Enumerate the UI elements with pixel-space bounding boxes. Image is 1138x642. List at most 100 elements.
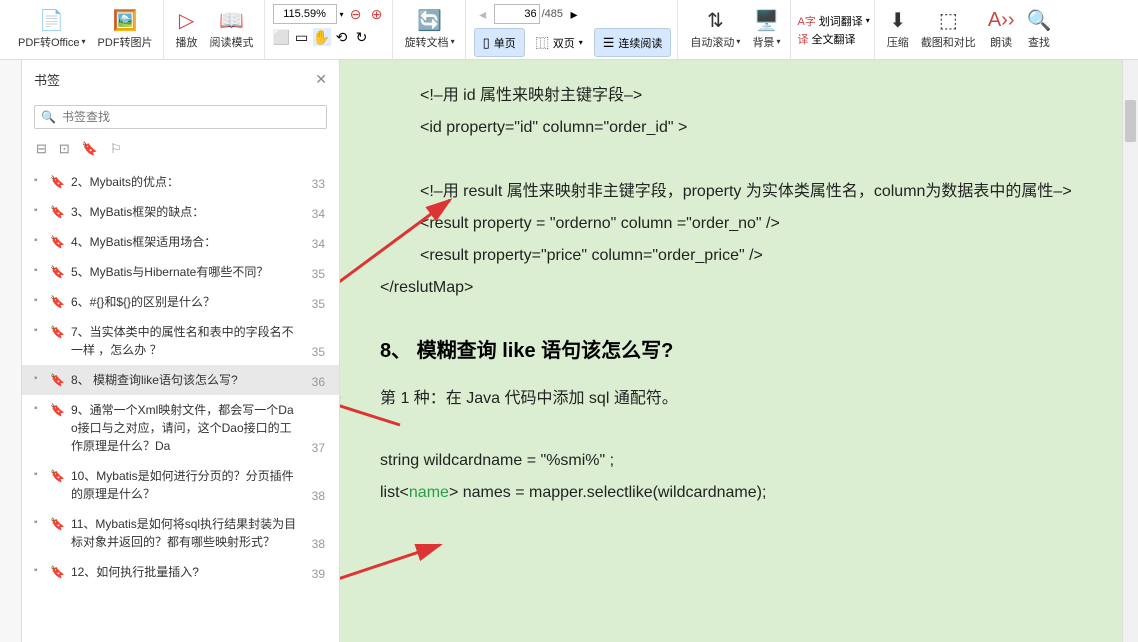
bookmark-flag-icon[interactable]: ⚐ [110, 141, 122, 157]
expand-icon[interactable]: ▪ [34, 295, 38, 306]
code-line [380, 144, 1098, 176]
read-aloud-button[interactable]: A›› 朗读 [982, 6, 1021, 54]
bookmark-item[interactable]: ▪🔖6、#{}和${}的区别是什么？35 [22, 287, 339, 317]
find-button[interactable]: 🔍 查找 [1020, 6, 1057, 54]
bookmark-icon: 🔖 [50, 469, 65, 483]
bookmark-icon: 🔖 [50, 373, 65, 387]
page-number-input[interactable] [494, 4, 540, 24]
bookmark-text: 12、如何执行批量插入? [71, 563, 306, 581]
crop-icon: ⬚ [939, 10, 958, 32]
bookmark-item[interactable]: ▪🔖4、MyBatis框架适用场合：34 [22, 227, 339, 257]
single-page-button[interactable]: ▯单页 [474, 28, 525, 57]
pdf-to-image-button[interactable]: 🖼️ PDF转图片 [92, 6, 159, 54]
continuous-read-button[interactable]: ☰连续阅读 [594, 28, 672, 57]
bookmark-page: 34 [312, 237, 325, 251]
document-viewport[interactable]: <!–用 id 属性来映射主键字段–> <id property="id" co… [340, 60, 1138, 642]
zoom-out-icon[interactable]: ⊖ [347, 5, 365, 23]
code-comment: <!–用 result 属性来映射非主键字段，property 为实体类属性名，… [420, 176, 1098, 208]
bookmark-item[interactable]: ▪ 🔖 11、Mybatis是如何将sql执行结果封装为目标对象并返回的？都有哪些映… [22, 509, 339, 557]
zoom-in-icon[interactable]: ⊕ [368, 5, 386, 23]
bookmark-item[interactable]: ▪🔖8、 模糊查询like语句该怎么写?36 [22, 365, 339, 395]
bookmark-item[interactable]: ▪🔖5、MyBatis与Hibernate有哪些不同？35 [22, 257, 339, 287]
select-tool-icon[interactable]: ⟲ [333, 28, 351, 46]
expand-icon[interactable]: ▪ [34, 373, 38, 384]
fit-width-icon[interactable]: ⬜ [273, 28, 291, 46]
sidebar-close-button[interactable]: ✕ [315, 71, 327, 88]
bookmark-item[interactable]: ▪🔖2、Mybaits的优点：33 [22, 167, 339, 197]
read-mode-button[interactable]: 📖 阅读模式 [204, 6, 260, 54]
bookmark-icon: 🔖 [50, 517, 65, 531]
bookmark-icon: 🔖 [50, 175, 65, 189]
bookmark-item[interactable]: ▪🔖10、Mybatis是如何进行分页的？分页插件的原理是什么？38 [22, 461, 339, 509]
refresh-icon[interactable]: ↻ [353, 28, 371, 46]
main-area: 书签 ✕ 🔍 ⊟ ⊡ 🔖 ⚐ ▪🔖2、Mybaits的优点：33▪🔖3、MyBa… [0, 60, 1138, 642]
bookmark-add-icon[interactable]: 🔖 [82, 141, 98, 157]
expand-all-icon[interactable]: ⊡ [59, 141, 70, 157]
pdf-office-icon: 📄 [39, 10, 64, 32]
bookmark-item[interactable]: ▪🔖7、当实体类中的属性名和表中的字段名不一样 ，怎么办 ？35 [22, 317, 339, 365]
vertical-scrollbar[interactable] [1122, 60, 1138, 642]
bookmark-item[interactable]: ▪🔖9、通常一个Xml映射文件，都会写一个Dao接口与之对应，请问，这个Dao接… [22, 395, 339, 461]
hand-tool-icon[interactable]: ✋ [313, 28, 331, 46]
left-rail [0, 60, 22, 642]
compress-button[interactable]: ⬇ 压缩 [881, 6, 915, 54]
bookmark-page: 37 [312, 441, 325, 455]
expand-icon[interactable]: ▪ [34, 469, 38, 480]
continuous-icon: ☰ [603, 35, 615, 51]
page-total-label: /485 [542, 8, 563, 20]
double-page-button[interactable]: ⿲双页▾ [527, 28, 592, 57]
collapse-all-icon[interactable]: ⊟ [36, 141, 47, 157]
bookmark-item[interactable]: ▪🔖3、MyBatis框架的缺点：34 [22, 197, 339, 227]
sidebar-title: 书签 [34, 70, 60, 89]
bookmark-page: 35 [312, 267, 325, 281]
full-translate-button[interactable]: 译 全文翻译 [797, 31, 869, 47]
page-prev-icon[interactable]: ◂ [474, 5, 492, 23]
bookmark-list[interactable]: ▪🔖2、Mybaits的优点：33▪🔖3、MyBatis框架的缺点：34▪🔖4、… [22, 163, 339, 642]
zoom-input[interactable] [273, 4, 337, 24]
bookmark-icon: 🔖 [50, 205, 65, 219]
rotate-button[interactable]: 🔄 旋转文档▾ [399, 6, 461, 54]
expand-icon[interactable]: ▪ [34, 403, 38, 414]
bookmark-icon: 🔖 [50, 235, 65, 249]
word-translate-icon: A字 [797, 13, 815, 29]
toolbar: 📄 PDF转Office▾ 🖼️ PDF转图片 ▷ 播放 📖 阅读模式 ▾ ⊖ … [0, 0, 1138, 60]
scrollbar-thumb[interactable] [1125, 100, 1136, 142]
bookmark-page: 33 [312, 177, 325, 191]
expand-icon[interactable]: ▪ [34, 175, 38, 186]
bookmark-search-input[interactable] [62, 110, 320, 124]
page-next-icon[interactable]: ▸ [565, 5, 583, 23]
single-page-icon: ▯ [483, 35, 490, 51]
bookmark-icon: 🔖 [50, 565, 65, 579]
word-translate-button[interactable]: A字 划词翻译▾ [797, 13, 869, 29]
expand-icon[interactable]: ▪ [34, 517, 38, 528]
paragraph: 第 1 种：在 Java 代码中添加 sql 通配符。 [380, 383, 1098, 415]
bookmark-page: 34 [312, 207, 325, 221]
annotation-arrow [340, 505, 460, 588]
bookmark-icon: 🔖 [50, 295, 65, 309]
expand-icon[interactable]: ▪ [34, 325, 38, 336]
code-line: <!–用 id 属性来映射主键字段–> [420, 80, 1098, 112]
play-button[interactable]: ▷ 播放 [170, 6, 204, 54]
expand-icon[interactable]: ▪ [34, 205, 38, 216]
background-button[interactable]: 🖥️ 背景▾ [746, 6, 786, 54]
fit-page-icon[interactable]: ▭ [293, 28, 311, 46]
pdf-image-icon: 🖼️ [113, 10, 138, 32]
double-page-icon: ⿲ [536, 33, 549, 52]
expand-icon[interactable]: ▪ [34, 265, 38, 276]
pdf-to-office-button[interactable]: 📄 PDF转Office▾ [12, 6, 92, 54]
screenshot-compare-button[interactable]: ⬚ 截图和对比 [915, 6, 982, 54]
section-heading: 8、 模糊查询 like 语句该怎么写? [380, 334, 1098, 363]
bookmark-search-box[interactable]: 🔍 [34, 105, 327, 129]
bookmark-page: 35 [312, 345, 325, 359]
auto-scroll-button[interactable]: ⇅ 自动滚动▾ [684, 6, 746, 54]
code-line: </reslutMap> [380, 272, 1098, 304]
bookmark-text: 6、#{}和${}的区别是什么？ [71, 293, 306, 311]
bookmark-text: 11、Mybatis是如何将sql执行结果封装为目标对象并返回的？都有哪些映射形… [71, 515, 306, 551]
bookmark-item[interactable]: ▪🔖12、如何执行批量插入?39 [22, 557, 339, 587]
expand-icon[interactable]: ▪ [34, 565, 38, 576]
expand-icon[interactable]: ▪ [34, 235, 38, 246]
bookmark-icon: 🔖 [50, 403, 65, 417]
book-icon: 📖 [219, 10, 244, 32]
zoom-dropdown[interactable]: ▾ [340, 10, 344, 19]
rotate-icon: 🔄 [417, 10, 442, 32]
